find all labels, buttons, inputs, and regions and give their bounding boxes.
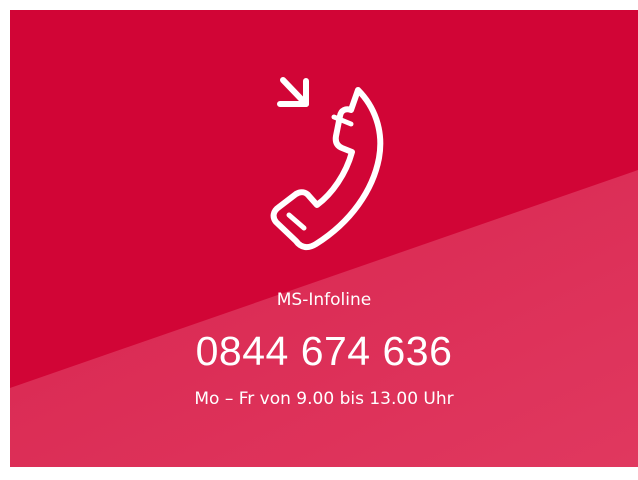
opening-hours: Mo – Fr von 9.00 bis 13.00 Uhr <box>194 389 454 409</box>
infoline-card: MS-Infoline 0844 674 636 Mo – Fr von 9.0… <box>10 10 638 467</box>
incoming-call-icon <box>270 77 384 251</box>
phone-number-link[interactable]: 0844 674 636 <box>10 328 638 374</box>
infoline-label: MS-Infoline <box>276 290 372 310</box>
